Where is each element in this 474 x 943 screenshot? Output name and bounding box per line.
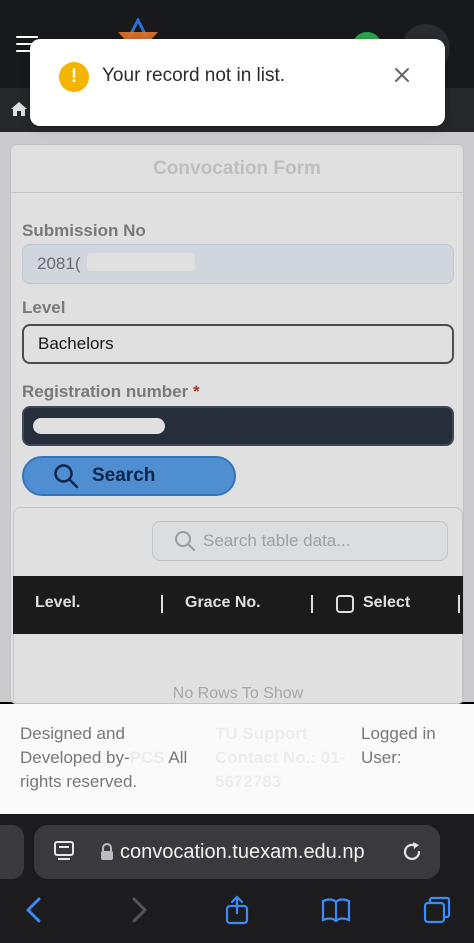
form-title: Convocation Form [11, 145, 463, 193]
redaction-scribble [33, 418, 165, 434]
submission-label: Submission No [22, 221, 146, 240]
convocation-form-card: Convocation Form Submission No 2081( Lev… [10, 144, 464, 704]
toast-message: Your record not in list. [102, 65, 286, 86]
footer-credit-line3: rights reserved. [20, 772, 138, 791]
footer-credit-all: All [168, 748, 188, 767]
column-divider[interactable] [311, 595, 313, 613]
footer-credits: Designed and Developed by-PCS All rights… [20, 722, 210, 794]
warning-icon: ! [59, 62, 89, 92]
select-all-checkbox[interactable] [336, 595, 354, 613]
registration-label-text: Registration number [22, 382, 189, 401]
url-text[interactable]: convocation.tuexam.edu.np [120, 841, 365, 864]
column-grace-no[interactable]: Grace No. [185, 594, 261, 612]
footer-login-line2: User: [361, 748, 402, 767]
footer-credit-company: PCS [129, 748, 165, 767]
footer-support-title: TU Support [215, 724, 308, 743]
footer-login-line1: Logged in [361, 724, 436, 743]
back-icon[interactable] [20, 895, 50, 925]
footer-support: TU Support Contact No.: 01- 5672783 [215, 722, 355, 794]
reader-icon[interactable] [54, 840, 74, 864]
footer-login: Logged in User: [361, 722, 471, 770]
footer-credit-line2: Developed by- [20, 748, 130, 767]
search-icon [54, 464, 79, 489]
column-divider[interactable] [161, 595, 163, 613]
forward-icon[interactable] [123, 895, 153, 925]
empty-table-message: No Rows To Show [172, 685, 304, 702]
home-icon[interactable] [10, 100, 28, 118]
footer-support-number: 5672783 [215, 772, 282, 791]
bookmarks-icon[interactable] [321, 895, 351, 925]
previous-tab-pill[interactable] [0, 825, 24, 879]
column-select[interactable]: Select [363, 594, 410, 612]
registration-label: Registration number * [22, 382, 200, 402]
close-icon[interactable] [392, 65, 412, 85]
tabs-icon[interactable] [422, 895, 452, 925]
redaction-mask [87, 253, 195, 271]
footer-support-contact: Contact No.: 01- [215, 748, 346, 767]
search-icon [175, 531, 195, 551]
reload-icon[interactable] [400, 840, 424, 864]
required-mark: * [192, 382, 200, 401]
column-level[interactable]: Level. [35, 594, 80, 612]
level-select[interactable]: Bachelors [22, 324, 454, 364]
footer-credit-line1: Designed and [20, 724, 125, 743]
toast-notification: ! Your record not in list. [30, 39, 445, 126]
column-divider[interactable] [458, 595, 460, 613]
level-label: Level [22, 298, 66, 317]
share-icon[interactable] [222, 895, 252, 925]
lock-icon [101, 843, 113, 860]
